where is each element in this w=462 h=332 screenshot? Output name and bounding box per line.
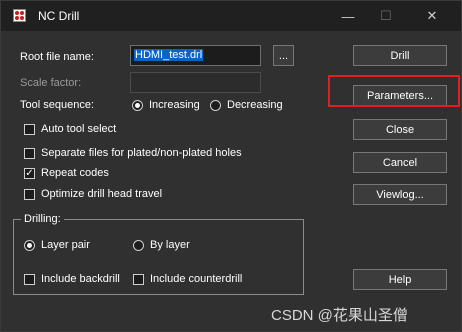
include-backdrill-checkbox[interactable] <box>24 274 35 285</box>
root-file-name-value: HDMI_test.drl <box>134 49 204 61</box>
increasing-label[interactable]: Increasing <box>149 99 200 111</box>
optimize-drill-head-label[interactable]: Optimize drill head travel <box>41 188 162 200</box>
viewlog-button[interactable]: Viewlog... <box>353 184 447 205</box>
help-button[interactable]: Help <box>353 269 447 290</box>
decreasing-label[interactable]: Decreasing <box>227 99 283 111</box>
root-file-name-label: Root file name: <box>20 51 94 63</box>
increasing-radio[interactable] <box>132 100 143 111</box>
cancel-button[interactable]: Cancel <box>353 152 447 173</box>
watermark-text: CSDN @花果山圣僧 <box>271 307 408 324</box>
browse-button[interactable]: ... <box>273 45 294 66</box>
tool-sequence-label: Tool sequence: <box>20 99 94 111</box>
decreasing-radio[interactable] <box>210 100 221 111</box>
auto-tool-select-checkbox[interactable] <box>24 124 35 135</box>
layer-pair-radio[interactable] <box>24 240 35 251</box>
close-button[interactable]: Close <box>353 119 447 140</box>
close-button-label: Close <box>385 123 415 136</box>
root-file-name-field[interactable]: HDMI_test.drl <box>130 45 261 66</box>
by-layer-label[interactable]: By layer <box>150 239 190 251</box>
repeat-codes-checkbox[interactable]: ✓ <box>24 168 35 179</box>
drill-button[interactable]: Drill <box>353 45 447 66</box>
cancel-button-label: Cancel <box>382 156 418 169</box>
maximize-icon: ☐ <box>380 8 392 23</box>
title-bar: NC Drill — ☐ ✕ <box>1 1 461 31</box>
scale-factor-field[interactable] <box>130 72 261 93</box>
scale-factor-input[interactable] <box>131 73 260 92</box>
annotation-highlight-box <box>328 75 460 107</box>
close-icon: ✕ <box>426 8 438 23</box>
by-layer-radio[interactable] <box>133 240 144 251</box>
separate-files-label[interactable]: Separate files for plated/non-plated hol… <box>41 147 242 159</box>
drill-button-label: Drill <box>390 49 410 62</box>
window-title: NC Drill <box>38 9 80 23</box>
repeat-codes-label[interactable]: Repeat codes <box>41 167 109 179</box>
optimize-drill-head-checkbox[interactable] <box>24 189 35 200</box>
close-window-button[interactable]: ✕ <box>409 1 455 31</box>
layer-pair-label[interactable]: Layer pair <box>41 239 90 251</box>
checkmark-icon: ✓ <box>25 168 34 179</box>
drilling-group-title: Drilling: <box>21 213 64 225</box>
separate-files-checkbox[interactable] <box>24 148 35 159</box>
viewlog-button-label: Viewlog... <box>376 188 424 201</box>
scale-factor-label: Scale factor: <box>20 77 82 89</box>
maximize-button[interactable]: ☐ <box>363 1 409 31</box>
auto-tool-select-label[interactable]: Auto tool select <box>41 123 116 135</box>
nc-drill-app-icon <box>13 9 26 22</box>
include-backdrill-label[interactable]: Include backdrill <box>41 273 120 285</box>
include-counterdrill-label[interactable]: Include counterdrill <box>150 273 242 285</box>
nc-drill-dialog: NC Drill — ☐ ✕ Root file name: HDMI_test… <box>0 0 462 332</box>
help-button-label: Help <box>388 273 412 286</box>
minimize-icon: — <box>341 8 355 24</box>
browse-label: ... <box>278 49 289 62</box>
include-counterdrill-checkbox[interactable] <box>133 274 144 285</box>
